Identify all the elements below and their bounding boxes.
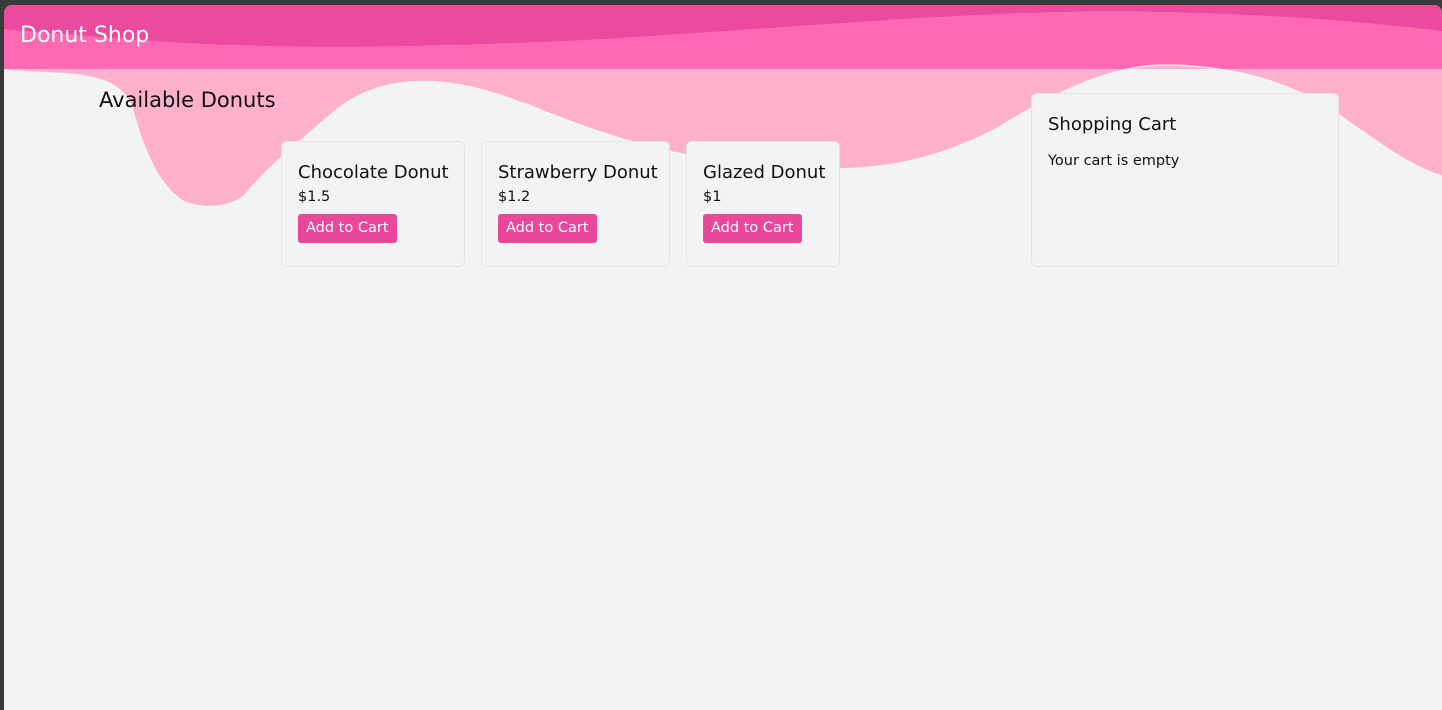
app-window: Donut Shop Available Donuts Chocolate Do… (4, 5, 1442, 710)
header-bar (4, 5, 1442, 69)
cart-empty-message: Your cart is empty (1048, 152, 1180, 169)
product-list: Chocolate Donut $1.5 Add to Cart Strawbe… (281, 141, 840, 267)
product-name: Glazed Donut (703, 162, 826, 183)
product-card: Chocolate Donut $1.5 Add to Cart (281, 141, 465, 267)
app-title[interactable]: Donut Shop (20, 23, 149, 49)
product-price: $1 (703, 188, 722, 205)
product-name: Strawberry Donut (498, 162, 658, 183)
add-to-cart-button[interactable]: Add to Cart (298, 213, 397, 244)
product-name: Chocolate Donut (298, 162, 449, 183)
product-price: $1.2 (498, 188, 531, 205)
add-to-cart-button[interactable]: Add to Cart (703, 213, 802, 244)
product-card: Strawberry Donut $1.2 Add to Cart (481, 141, 670, 267)
product-price: $1.5 (298, 188, 331, 205)
shopping-cart-title: Shopping Cart (1048, 114, 1177, 135)
add-to-cart-button[interactable]: Add to Cart (498, 213, 597, 244)
shopping-cart-panel: Shopping Cart Your cart is empty (1031, 93, 1339, 267)
product-card: Glazed Donut $1 Add to Cart (686, 141, 840, 267)
available-donuts-heading: Available Donuts (99, 88, 276, 112)
